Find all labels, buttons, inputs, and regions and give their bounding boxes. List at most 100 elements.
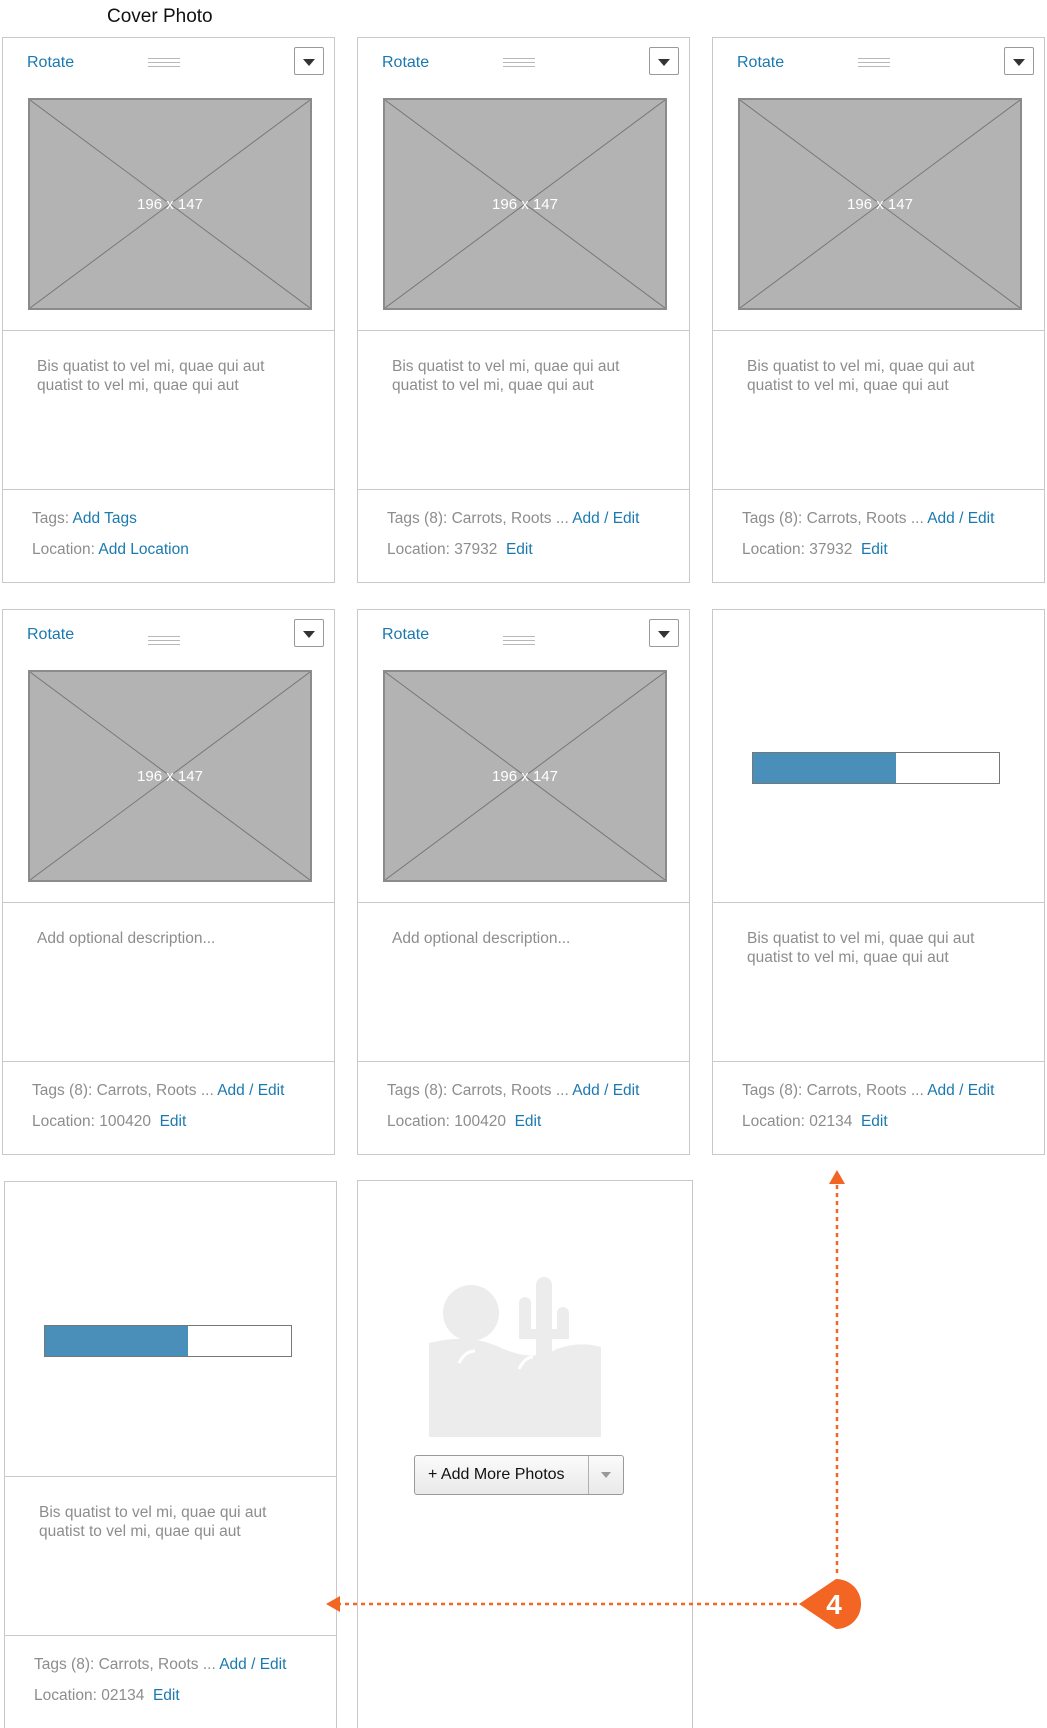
drag-handle-icon[interactable] [503,58,535,69]
location-label: Location: [34,1687,102,1704]
drag-handle-icon[interactable] [503,636,535,647]
photo-description[interactable]: Bis quatist to vel mi, quae qui aut quat… [37,357,307,395]
edit-tags-link[interactable]: Add / Edit [219,1656,286,1673]
photo-card: Rotate 196 x 147 Add optional descriptio… [357,609,690,1155]
photo-description[interactable]: Bis quatist to vel mi, quae qui aut quat… [39,1503,309,1541]
placeholder-size-label: 196 x 147 [492,768,558,785]
location-value: 100420 [99,1113,151,1130]
tags-text: Tags (8): Carrots, Roots ... [387,1082,573,1099]
photo-description[interactable]: Bis quatist to vel mi, quae qui aut quat… [747,357,1017,395]
tags-row: Tags (8): Carrots, Roots ... Add / Edit [742,510,994,528]
upload-progress-bar [752,752,1000,784]
location-label: Location: [387,1113,455,1130]
location-row: Location: 02134 Edit [742,1113,888,1131]
location-row: Location: 02134 Edit [34,1687,180,1705]
edit-location-link[interactable]: Edit [515,1113,542,1130]
edit-location-link[interactable]: Edit [160,1113,187,1130]
rotate-link[interactable]: Rotate [382,54,429,72]
location-label: Location: [742,1113,810,1130]
location-label: Location: [32,1113,100,1130]
edit-tags-link[interactable]: Add / Edit [927,1082,994,1099]
photo-card: Rotate 196 x 147 Bis quatist to vel mi, … [357,37,690,583]
edit-tags-link[interactable]: Add / Edit [927,510,994,527]
location-label: Location: [742,541,810,558]
location-row: Location: 100420 Edit [387,1113,541,1131]
add-tags-link[interactable]: Add Tags [73,510,137,527]
photo-description[interactable]: Bis quatist to vel mi, quae qui aut quat… [747,929,1017,967]
tags-text: Tags: [32,510,73,527]
location-row: Location: Add Location [32,541,189,559]
tags-text: Tags (8): Carrots, Roots ... [387,510,573,527]
uploading-photo-card: Bis quatist to vel mi, quae qui aut quat… [4,1181,337,1728]
chevron-down-icon [303,631,315,638]
photo-card: Rotate 196 x 147 Bis quatist to vel mi, … [2,37,335,583]
photo-placeholder: 196 x 147 [383,670,667,882]
drag-handle-icon[interactable] [858,58,890,69]
upload-progress-fill [753,753,896,783]
location-value: 37932 [454,541,498,558]
tags-row: Tags (8): Carrots, Roots ... Add / Edit [34,1656,286,1674]
chevron-down-icon [1013,59,1025,66]
button-divider [588,1456,589,1494]
photo-placeholder: 196 x 147 [738,98,1022,310]
card-menu-dropdown[interactable] [294,619,324,647]
description-input[interactable]: Add optional description... [37,929,307,948]
photo-card: Rotate 196 x 147 Bis quatist to vel mi, … [712,37,1045,583]
add-more-photos-button[interactable]: + Add More Photos [414,1455,624,1495]
tags-row: Tags: Add Tags [32,510,137,528]
edit-tags-link[interactable]: Add / Edit [572,510,639,527]
card-menu-dropdown[interactable] [649,47,679,75]
tags-row: Tags (8): Carrots, Roots ... Add / Edit [387,510,639,528]
drag-handle-icon[interactable] [148,636,180,647]
photo-placeholder: 196 x 147 [383,98,667,310]
location-label: Location: [387,541,455,558]
edit-location-link[interactable]: Edit [506,541,533,558]
edit-location-link[interactable]: Edit [861,1113,888,1130]
chevron-down-icon [658,59,670,66]
chevron-down-icon [303,59,315,66]
description-input[interactable]: Add optional description... [392,929,662,948]
rotate-link[interactable]: Rotate [737,54,784,72]
drag-handle-icon[interactable] [148,58,180,69]
placeholder-size-label: 196 x 147 [137,768,203,785]
edit-tags-link[interactable]: Add / Edit [572,1082,639,1099]
location-text: Location: [32,541,99,558]
landscape-placeholder-icon [429,1277,601,1437]
chevron-down-icon[interactable] [601,1472,611,1478]
location-value: 37932 [809,541,853,558]
tags-text: Tags (8): Carrots, Roots ... [34,1656,220,1673]
tags-row: Tags (8): Carrots, Roots ... Add / Edit [742,1082,994,1100]
annotation-number: 4 [826,1589,842,1620]
card-menu-dropdown[interactable] [294,47,324,75]
add-more-photos-label: + Add More Photos [428,1466,565,1483]
tags-text: Tags (8): Carrots, Roots ... [742,1082,928,1099]
card-menu-dropdown[interactable] [649,619,679,647]
rotate-link[interactable]: Rotate [27,54,74,72]
upload-progress-bar [44,1325,292,1357]
rotate-link[interactable]: Rotate [27,626,74,644]
edit-tags-link[interactable]: Add / Edit [217,1082,284,1099]
photo-placeholder: 196 x 147 [28,670,312,882]
uploading-photo-card: Bis quatist to vel mi, quae qui aut quat… [712,609,1045,1155]
add-location-link[interactable]: Add Location [98,541,189,558]
placeholder-size-label: 196 x 147 [137,196,203,213]
add-photos-card: + Add More Photos [357,1180,693,1728]
rotate-link[interactable]: Rotate [382,626,429,644]
cover-photo-label: Cover Photo [107,6,213,27]
photo-description[interactable]: Bis quatist to vel mi, quae qui aut quat… [392,357,662,395]
location-value: 100420 [454,1113,506,1130]
tags-row: Tags (8): Carrots, Roots ... Add / Edit [387,1082,639,1100]
edit-location-link[interactable]: Edit [861,541,888,558]
photo-card: Rotate 196 x 147 Add optional descriptio… [2,609,335,1155]
photo-placeholder: 196 x 147 [28,98,312,310]
location-row: Location: 100420 Edit [32,1113,186,1131]
chevron-down-icon [658,631,670,638]
edit-location-link[interactable]: Edit [153,1687,180,1704]
tags-text: Tags (8): Carrots, Roots ... [32,1082,218,1099]
location-value: 02134 [809,1113,853,1130]
upload-progress-fill [45,1326,188,1356]
tags-row: Tags (8): Carrots, Roots ... Add / Edit [32,1082,284,1100]
location-row: Location: 37932 Edit [742,541,888,559]
card-menu-dropdown[interactable] [1004,47,1034,75]
tags-text: Tags (8): Carrots, Roots ... [742,510,928,527]
